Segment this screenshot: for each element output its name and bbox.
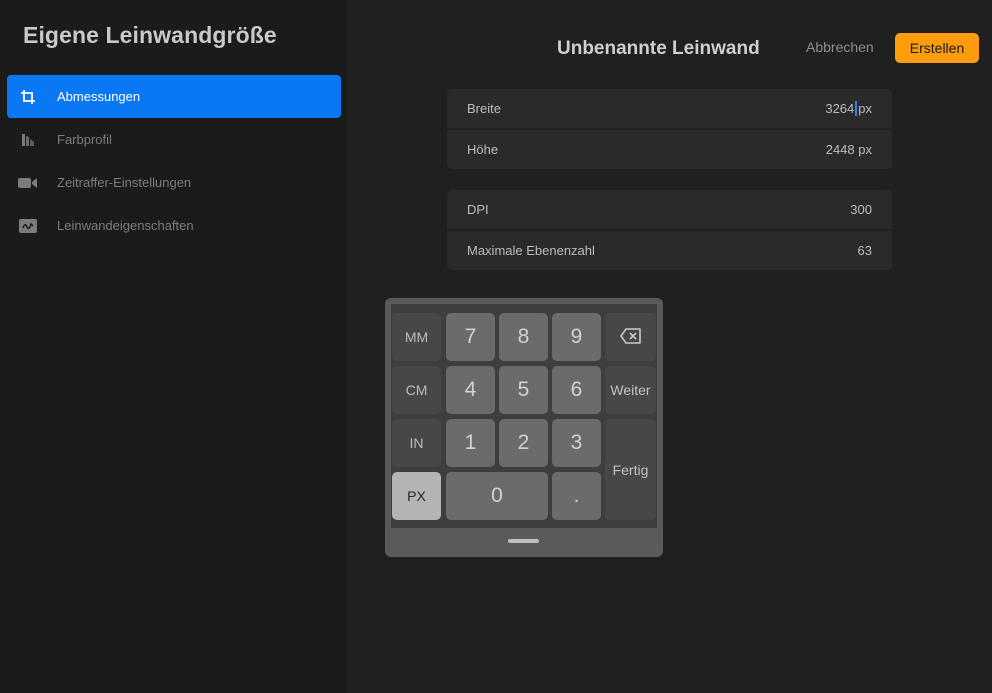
unit-cm-key[interactable]: CM [392,366,441,414]
numeric-keypad[interactable]: MM CM IN PX 7 8 9 4 5 6 1 2 3 0 . Weiter… [385,298,663,557]
canvas-properties-icon [17,217,39,235]
width-unit: px [858,101,872,116]
sidebar-item-leinwandeigenschaften[interactable]: Leinwandeigenschaften [7,204,341,247]
max-layers-label: Maximale Ebenenzahl [467,243,595,258]
width-field[interactable]: Breite 3264 px [447,89,892,128]
sidebar-item-label: Farbprofil [57,132,112,147]
sidebar-item-farbprofil[interactable]: Farbprofil [7,118,341,161]
sidebar-item-label: Leinwandeigenschaften [57,218,194,233]
page-title: Unbenannte Leinwand [557,38,760,59]
color-profile-icon [17,131,39,149]
unit-mm-key[interactable]: MM [392,313,441,361]
create-button[interactable]: Erstellen [895,33,979,63]
dpi-value[interactable]: 300 [850,202,872,217]
sidebar-title: Eigene Leinwandgröße [23,22,277,48]
width-label: Breite [467,101,501,116]
done-key[interactable]: Fertig [605,419,656,520]
unit-in-key[interactable]: IN [392,419,441,467]
decimal-point-key[interactable]: . [552,472,601,520]
height-value: 2448 [825,142,855,157]
digit-9-key[interactable]: 9 [552,313,601,361]
dpi-label: DPI [467,202,489,217]
digit-6-key[interactable]: 6 [552,366,601,414]
max-layers-field[interactable]: Maximale Ebenenzahl 63 [447,231,892,270]
next-key[interactable]: Weiter [605,366,656,414]
drag-handle[interactable] [508,539,539,543]
sidebar: Eigene Leinwandgröße Abmessungen Farbpro… [0,0,347,693]
width-value: 3264 [825,101,855,116]
digit-0-key[interactable]: 0 [446,472,548,520]
sidebar-item-zeitraffer[interactable]: Zeitraffer-Einstellungen [7,161,341,204]
sidebar-item-label: Zeitraffer-Einstellungen [57,175,192,190]
digit-1-key[interactable]: 1 [446,419,495,467]
digit-2-key[interactable]: 2 [499,419,548,467]
text-cursor [855,101,858,116]
sidebar-item-label: Abmessungen [57,89,141,104]
video-camera-icon [17,174,39,192]
digit-8-key[interactable]: 8 [499,313,548,361]
sidebar-item-abmessungen[interactable]: Abmessungen [7,75,341,118]
max-layers-value: 63 [857,243,872,258]
height-value-input[interactable]: 2448 px [826,142,872,157]
unit-px-key[interactable]: PX [392,472,441,520]
backspace-key[interactable] [605,313,656,361]
crop-icon [17,88,39,106]
height-field[interactable]: Höhe 2448 px [447,130,892,169]
digit-5-key[interactable]: 5 [499,366,548,414]
width-value-input[interactable]: 3264 px [825,101,872,116]
dpi-field[interactable]: DPI 300 [447,190,892,229]
height-unit: px [858,142,872,157]
digit-7-key[interactable]: 7 [446,313,495,361]
digit-3-key[interactable]: 3 [552,419,601,467]
digit-4-key[interactable]: 4 [446,366,495,414]
height-label: Höhe [467,142,499,157]
keypad-grid: MM CM IN PX 7 8 9 4 5 6 1 2 3 0 . Weiter… [391,304,657,528]
cancel-button[interactable]: Abbrechen [806,39,874,55]
backspace-icon [619,327,642,347]
